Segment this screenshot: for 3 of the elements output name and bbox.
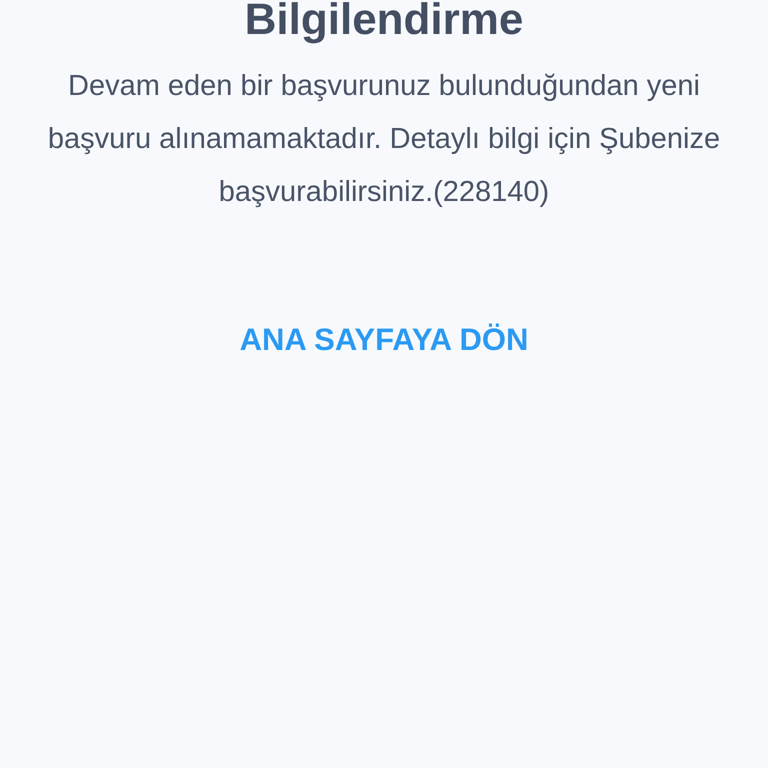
info-message: Devam eden bir başvurunuz bulunduğundan yeni başvuru alınamamaktadır. Detaylı bilgi için Şubenize başvurabilirsiniz.(228140)	[46, 69, 722, 210]
page-title: Bilgilendirme	[244, 0, 524, 46]
home-button[interactable]: ANA SAYFAYA DÖN	[224, 309, 544, 372]
